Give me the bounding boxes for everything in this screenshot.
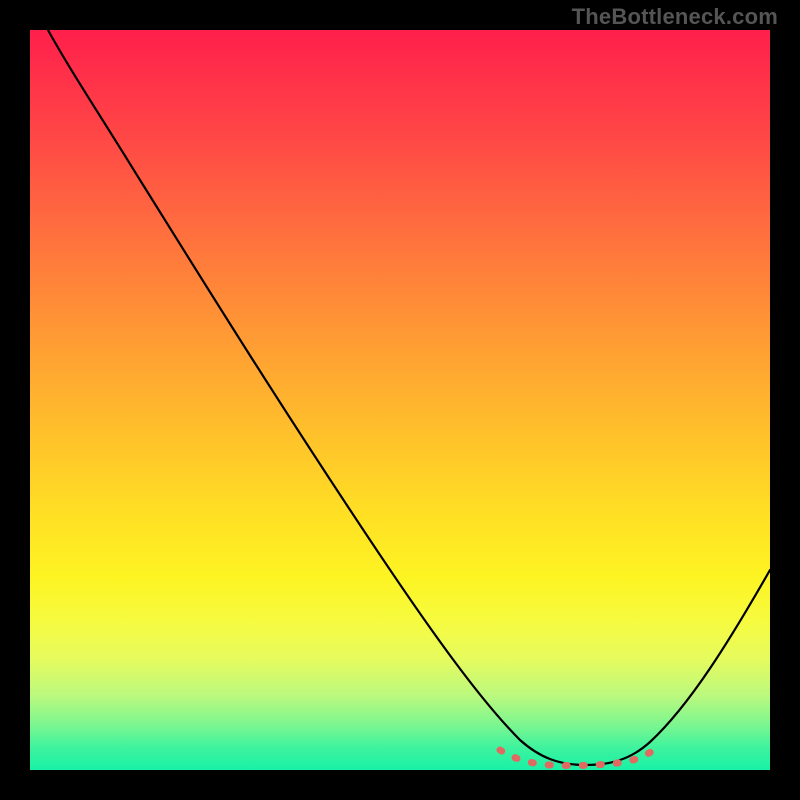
plot-area	[30, 30, 770, 770]
curve-layer	[30, 30, 770, 770]
optimal-range-marker	[500, 744, 662, 766]
chart-frame: TheBottleneck.com	[0, 0, 800, 800]
watermark-text: TheBottleneck.com	[572, 4, 778, 30]
bottleneck-curve	[48, 30, 770, 765]
